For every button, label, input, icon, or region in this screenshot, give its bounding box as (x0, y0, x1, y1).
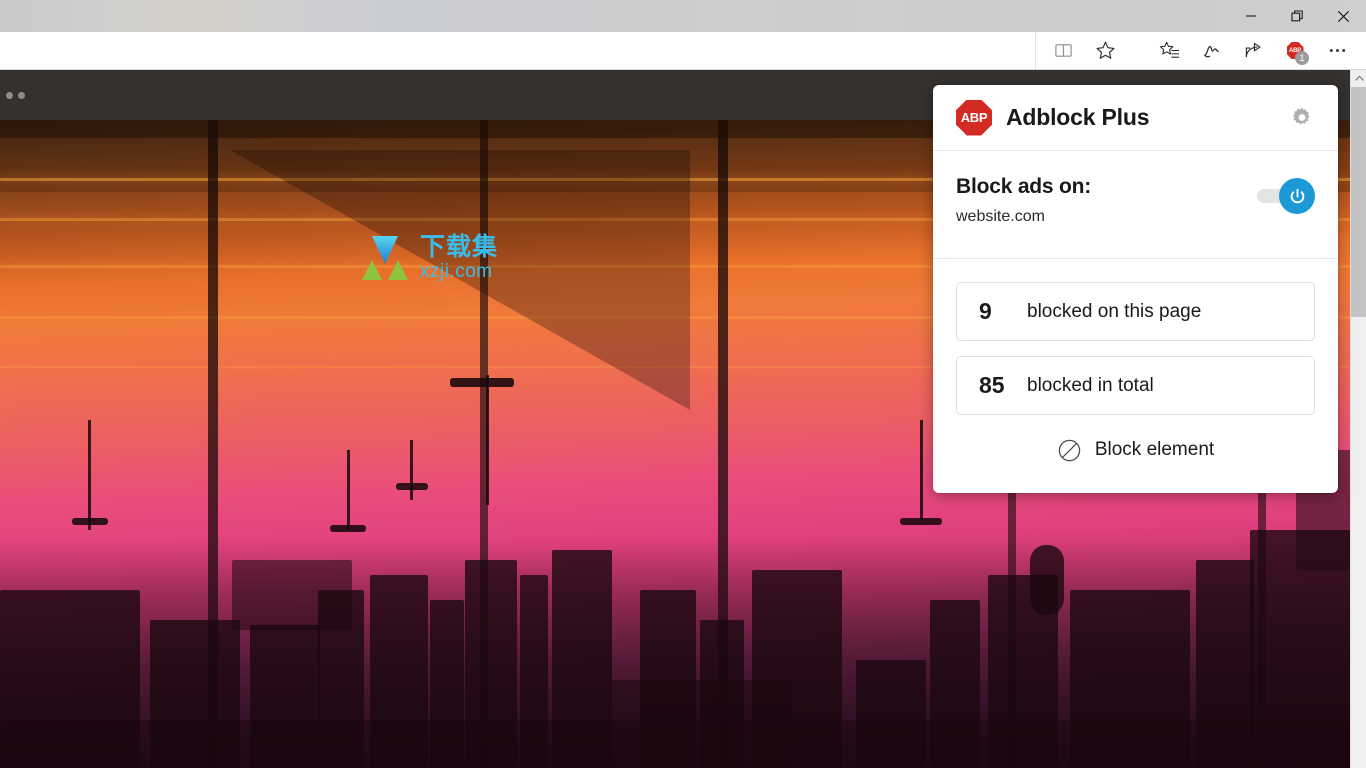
watermark-en-text: xzji.com (420, 260, 493, 282)
omnibox-actions (1035, 32, 1132, 69)
abp-extension-icon[interactable]: ABP 1 (1274, 33, 1316, 69)
title-bar (0, 0, 1366, 32)
minimize-button[interactable] (1228, 0, 1274, 32)
block-ads-label: Block ads on: (956, 175, 1092, 198)
hub-favorites-icon[interactable] (1148, 33, 1190, 69)
abp-logo-icon: ABP (956, 99, 992, 136)
scroll-up-icon[interactable] (1351, 70, 1366, 87)
page-scrollbar[interactable] (1350, 70, 1366, 768)
more-settings-icon[interactable] (1316, 33, 1358, 69)
stat-count: 9 (979, 298, 992, 324)
popup-header: ABP Adblock Plus (933, 85, 1338, 150)
stat-label: blocked in total (1027, 374, 1154, 396)
popup-title: Adblock Plus (1006, 104, 1150, 130)
watermark-logo-icon (362, 236, 408, 280)
close-button[interactable] (1320, 0, 1366, 32)
prohibition-icon (1057, 438, 1082, 463)
site-watermark: 下载集 xzji.com (358, 230, 498, 284)
scrollbar-thumb[interactable] (1351, 87, 1366, 317)
share-icon[interactable] (1232, 33, 1274, 69)
abp-extension-badge: 1 (1295, 50, 1309, 65)
header-dots (6, 91, 25, 99)
block-ads-toggle[interactable] (1257, 178, 1315, 214)
stat-blocked-total: 85 blocked in total (956, 356, 1315, 415)
favorite-star-icon[interactable] (1084, 33, 1126, 69)
header-dot (18, 91, 25, 99)
toggle-knob (1279, 178, 1315, 214)
stat-blocked-this-page: 9 blocked on this page (956, 282, 1315, 341)
block-ads-section: Block ads on: website.com (933, 151, 1338, 258)
power-icon (1290, 188, 1304, 203)
browser-toolbar: ABP 1 (0, 32, 1366, 70)
block-element-button[interactable]: Block element (956, 430, 1315, 470)
block-element-label: Block element (1094, 439, 1215, 460)
popup-stats: 9 blocked on this page 85 blocked in tot… (933, 259, 1338, 470)
stat-count: 85 (979, 372, 1005, 398)
stat-label: blocked on this page (1027, 300, 1202, 322)
restore-button[interactable] (1274, 0, 1320, 32)
current-domain: website.com (956, 208, 1045, 225)
reading-view-icon[interactable] (1042, 33, 1084, 69)
header-dot (6, 91, 13, 99)
web-note-icon[interactable] (1190, 33, 1232, 69)
adblock-plus-popup: ABP Adblock Plus Block ads on: website.c… (933, 85, 1338, 493)
watermark-cn-text: 下载集 (420, 231, 499, 261)
address-bar[interactable] (0, 32, 1035, 69)
browser-window: ABP 1 下载集 xzji.com ABP Adblock Plus Bloc… (0, 0, 1366, 768)
gear-icon[interactable] (1289, 105, 1315, 131)
block-ads-texts: Block ads on: website.com (956, 175, 1091, 226)
